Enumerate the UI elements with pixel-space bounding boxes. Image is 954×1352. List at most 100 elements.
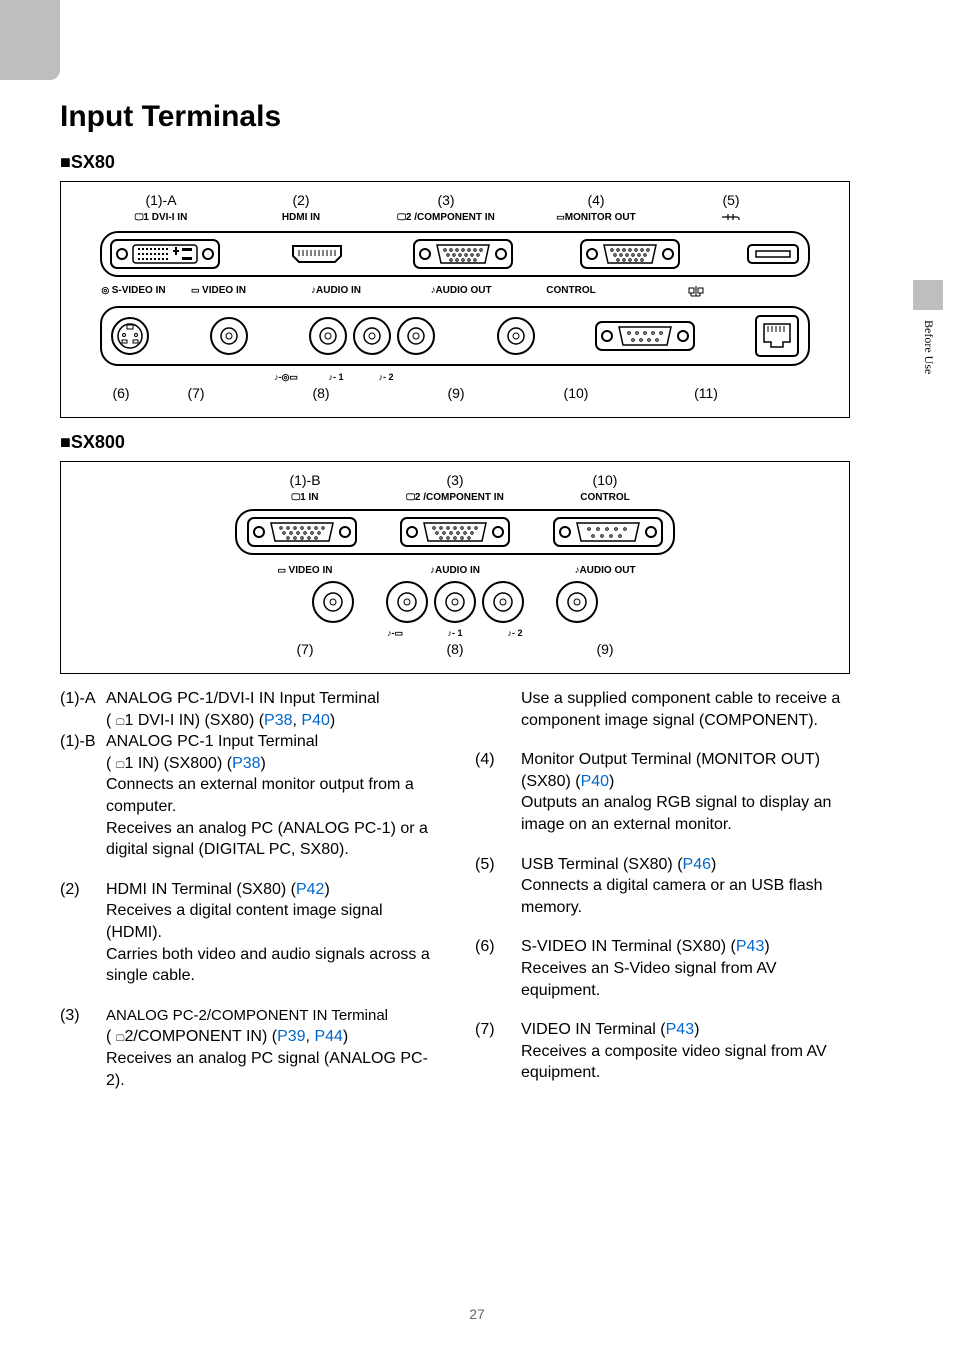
- port-label: ▭ VIDEO IN: [245, 565, 365, 576]
- callout-num: (10): [530, 472, 680, 488]
- desc-item-4: (4) Monitor Output Terminal (MONITOR OUT…: [475, 749, 850, 835]
- top-corner-tab: [0, 0, 60, 80]
- page-link[interactable]: P39: [277, 1028, 305, 1045]
- audio-sublabel: ♪-▭: [365, 628, 425, 639]
- port-label: 🖵2 /COMPONENT IN: [380, 492, 530, 503]
- desc-item-7: (7) VIDEO IN Terminal (P43) Receives a c…: [475, 1019, 850, 1084]
- rca-jack-icon: [311, 580, 355, 624]
- description-columns: (1)-A ANALOG PC-1/DVI-I IN Input Termina…: [60, 688, 850, 1109]
- page-link[interactable]: P43: [736, 938, 764, 955]
- audio-jack-icon: [481, 580, 525, 624]
- page-link[interactable]: P40: [581, 773, 609, 790]
- usb-port-icon: [746, 241, 800, 267]
- callout-num: (9): [401, 385, 511, 401]
- terminal-row-bottom: [61, 580, 849, 624]
- page-link[interactable]: P42: [296, 881, 324, 898]
- port-label: 🖵1 DVI-I IN: [91, 212, 231, 225]
- callout-num: (8): [365, 641, 545, 657]
- port-label: 🖵2 /COMPONENT IN: [371, 212, 521, 225]
- page-content: Input Terminals ■SX80 (1)-A (2) (3) (4) …: [60, 100, 850, 1109]
- port-label: CONTROL: [511, 285, 631, 300]
- dvi-port-icon: [110, 239, 220, 269]
- port-label: ▭ VIDEO IN: [176, 285, 261, 300]
- port-label: ♪AUDIO OUT: [411, 285, 511, 300]
- audio-out-jack-icon: [555, 580, 599, 624]
- callout-num: (6): [91, 385, 151, 401]
- terminal-panel-top: [235, 509, 675, 555]
- audio-jack-icon: [396, 316, 436, 356]
- serial-port-icon: [553, 517, 663, 547]
- port-label: ▭MONITOR OUT: [521, 212, 671, 225]
- port-label: CONTROL: [530, 492, 680, 503]
- audio-in-group: [308, 316, 436, 356]
- diagram-sx80: (1)-A (2) (3) (4) (5) 🖵1 DVI-I IN HDMI I…: [60, 181, 850, 418]
- port-label: ◎ S-VIDEO IN: [91, 285, 176, 300]
- port-label: [671, 212, 791, 225]
- side-chapter-label: Before Use: [921, 320, 936, 374]
- audio-sublabel: ♪- 1: [425, 628, 485, 639]
- port-label: [631, 285, 761, 300]
- callout-num: (1)-B: [230, 472, 380, 488]
- desc-item-3-cont: Use a supplied component cable to receiv…: [475, 688, 850, 731]
- callout-num: (2): [231, 192, 371, 208]
- page-link[interactable]: P43: [666, 1021, 694, 1038]
- callout-num: (4): [521, 192, 671, 208]
- callout-num: (10): [511, 385, 641, 401]
- audio-jack-icon: [352, 316, 392, 356]
- callout-num: (11): [641, 385, 771, 401]
- serial-port-icon: [595, 321, 695, 351]
- diagram-sx800: (1)-B (3) (10) 🖵1 IN 🖵2 /COMPONENT IN CO…: [60, 461, 850, 674]
- page-link[interactable]: P46: [683, 856, 711, 873]
- audio-jack-icon: [385, 580, 429, 624]
- callout-num: (1)-A: [91, 192, 231, 208]
- svideo-port-icon: [110, 316, 150, 356]
- port-label: ♪AUDIO OUT: [545, 565, 665, 576]
- header-section-label: Part Names: [816, 60, 899, 77]
- page-link[interactable]: P44: [314, 1028, 342, 1045]
- rca-jack-icon: [209, 316, 249, 356]
- audio-in-group: [385, 580, 525, 624]
- page-link[interactable]: P38: [264, 712, 292, 729]
- model-heading-sx80: ■SX80: [60, 152, 850, 173]
- vga-port-icon: [400, 517, 510, 547]
- vga-port-icon: [413, 239, 513, 269]
- port-label: 🖵1 IN: [230, 492, 380, 503]
- desc-item-6: (6) S-VIDEO IN Terminal (SX80) (P43) Rec…: [475, 936, 850, 1001]
- vga-port-icon: [580, 239, 680, 269]
- desc-item-3: (3) ANALOG PC-2/COMPONENT IN Terminal ( …: [60, 1005, 435, 1091]
- terminal-panel-top: [100, 231, 810, 277]
- desc-item-1b: (1)-B ANALOG PC-1 Input Terminal ( 🖵1 IN…: [60, 731, 435, 861]
- side-tab: [913, 280, 943, 310]
- audio-jack-icon: [433, 580, 477, 624]
- desc-item-5: (5) USB Terminal (SX80) (P46) Connects a…: [475, 854, 850, 919]
- hdmi-port-icon: [287, 240, 347, 268]
- page-number: 27: [0, 1306, 954, 1322]
- port-label: ♪AUDIO IN: [365, 565, 545, 576]
- page-link[interactable]: P38: [232, 755, 260, 772]
- terminal-panel-bottom: [100, 306, 810, 366]
- audio-sublabel: ♪- 1: [311, 372, 361, 383]
- ethernet-port-icon: [754, 314, 800, 358]
- audio-out-jack-icon: [496, 316, 536, 356]
- audio-sublabel: ♪- 2: [361, 372, 411, 383]
- description-column-left: (1)-A ANALOG PC-1/DVI-I IN Input Termina…: [60, 688, 435, 1109]
- audio-sublabel: ♪-◎▭: [261, 372, 311, 383]
- desc-item-1a: (1)-A ANALOG PC-1/DVI-I IN Input Termina…: [60, 688, 435, 731]
- page-link[interactable]: P40: [301, 712, 329, 729]
- port-label: ♪AUDIO IN: [261, 285, 411, 300]
- audio-sublabel: ♪- 2: [485, 628, 545, 639]
- description-column-right: Use a supplied component cable to receiv…: [475, 688, 850, 1109]
- port-label: HDMI IN: [231, 212, 371, 225]
- vga-port-icon: [247, 517, 357, 547]
- desc-item-2: (2) HDMI IN Terminal (SX80) (P42) Receiv…: [60, 879, 435, 987]
- callout-num: (7): [151, 385, 241, 401]
- callout-num: (7): [245, 641, 365, 657]
- callout-num: (3): [371, 192, 521, 208]
- page-title: Input Terminals: [60, 100, 850, 134]
- callout-num: (8): [241, 385, 401, 401]
- audio-jack-icon: [308, 316, 348, 356]
- callout-num: (5): [671, 192, 791, 208]
- callout-num: (3): [380, 472, 530, 488]
- model-heading-sx800: ■SX800: [60, 432, 850, 453]
- callout-num: (9): [545, 641, 665, 657]
